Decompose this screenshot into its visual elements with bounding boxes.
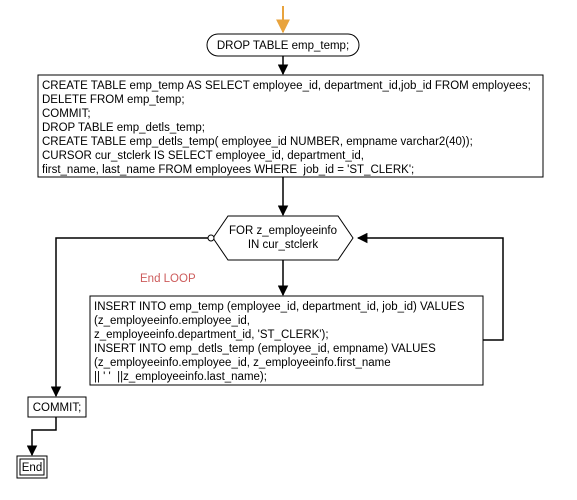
block2-line-2: z_employeeinfo.department_id, 'ST_CLERK'… (94, 329, 329, 341)
block2-line-5: || ' ' ||z_employeeinfo.last_name); (94, 371, 267, 383)
block1-line-0: CREATE TABLE emp_temp AS SELECT employee… (42, 80, 531, 92)
block1-line-1: DELETE FROM emp_temp; (42, 94, 185, 106)
block2-line-0: INSERT INTO emp_temp (employee_id, depar… (94, 301, 465, 313)
block2-line-3: INSERT INTO emp_detls_temp (employee_id,… (94, 343, 436, 355)
loop-line-2: IN cur_stclerk (248, 239, 319, 251)
node-drop-table: DROP TABLE emp_temp; (207, 34, 359, 56)
node-block2: INSERT INTO emp_temp (employee_id, depar… (90, 296, 483, 385)
end-text: End (22, 462, 42, 474)
arrow-commit-to-end (32, 417, 56, 455)
node-drop-table-text: DROP TABLE emp_temp; (217, 40, 349, 52)
node-block1: CREATE TABLE emp_temp AS SELECT employee… (38, 75, 543, 177)
block1-line-4: CREATE TABLE emp_detls_temp( employee_id… (42, 136, 473, 148)
block1-line-3: DROP TABLE emp_detls_temp; (42, 122, 205, 134)
commit-text: COMMIT; (33, 402, 82, 414)
block2-line-4: (z_employeeinfo.employee_id, z_employeei… (94, 357, 391, 369)
block1-line-6: first_name, last_name FROM employees WHE… (42, 164, 414, 176)
block1-line-5: CURSOR cur_stclerk IS SELECT employee_id… (42, 150, 364, 162)
node-commit: COMMIT; (28, 397, 86, 417)
block1-line-2: COMMIT; (42, 108, 91, 120)
loop-end-label: End LOOP (140, 273, 196, 285)
node-end: End (17, 456, 47, 478)
node-loop: FOR z_employeeinfo IN cur_stclerk (213, 216, 353, 260)
loop-line-1: FOR z_employeeinfo (229, 225, 337, 237)
block2-line-1: (z_employeeinfo.employee_id, (94, 315, 250, 327)
